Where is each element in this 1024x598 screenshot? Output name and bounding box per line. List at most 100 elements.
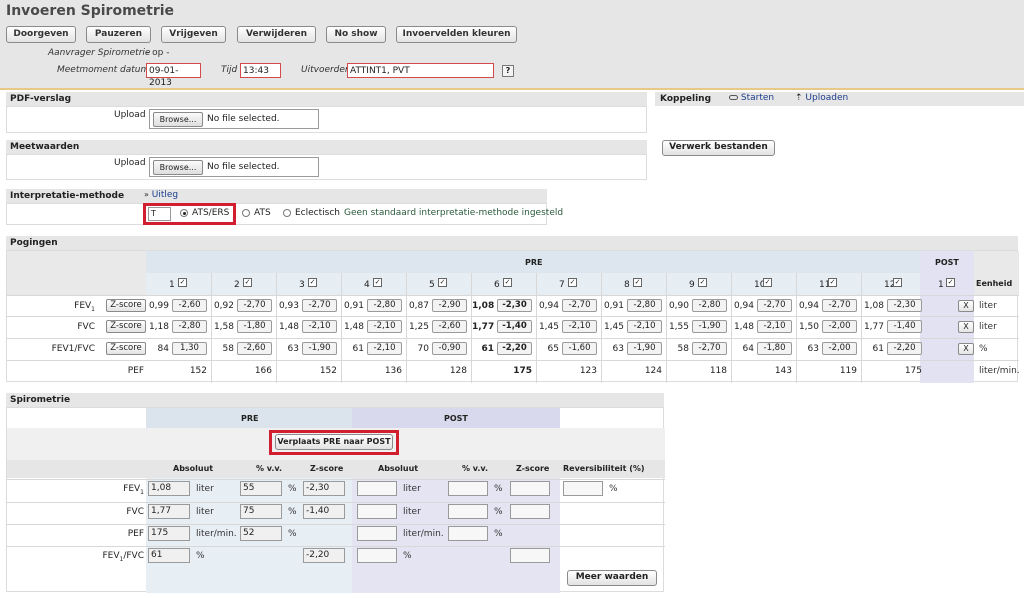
attempt-number: 1 (169, 280, 175, 290)
attempt-value: 136 (384, 366, 402, 376)
help-button[interactable]: ? (502, 65, 514, 77)
attempt-number: 5 (429, 280, 435, 290)
attempt-checkbox[interactable]: ✓ (438, 278, 447, 287)
invoervelden-kleuren-button[interactable]: Invoervelden kleuren (396, 26, 517, 43)
meetwaarden-file-input[interactable]: Browse... No file selected. (149, 157, 319, 177)
remove-row-button[interactable]: X (958, 300, 974, 312)
col-zscore-post: Z-score (516, 464, 550, 473)
verplaats-pre-naar-post-button[interactable]: Verplaats PRE naar POST (275, 434, 393, 450)
attempt-checkbox[interactable]: ✓ (503, 278, 512, 287)
post-zscore-field[interactable] (510, 481, 550, 496)
uitleg-label: Uitleg (151, 190, 179, 200)
attempt-value: 1,08 (863, 301, 884, 311)
post-absoluut-field[interactable] (357, 526, 397, 541)
attempt-value: 1,48 (733, 322, 754, 332)
zscore-button[interactable]: Z-score (106, 320, 146, 333)
remove-row-button[interactable]: X (958, 343, 974, 355)
attempt-value: 1,25 (408, 322, 429, 332)
post-pvv-field[interactable] (448, 504, 488, 519)
attempt-checkbox[interactable]: ✓ (178, 278, 187, 287)
post-attempt-checkbox[interactable]: ✓ (946, 278, 955, 287)
post-absoluut-field[interactable] (357, 548, 397, 563)
attempt-zscore: -2,70 (302, 299, 337, 312)
attempt-value: 0,99 (148, 301, 169, 311)
attempt-zscore: -1,60 (562, 342, 597, 355)
attempt-checkbox[interactable]: ✓ (243, 278, 252, 287)
pre-zscore-field[interactable]: -2,20 (303, 548, 345, 563)
remove-row-button[interactable]: X (958, 321, 974, 333)
vrijgeven-button[interactable]: Vrijgeven (161, 26, 226, 43)
uploaden-link[interactable]: ⇡ Uploaden (795, 93, 848, 103)
attempt-checkbox[interactable]: ✓ (828, 278, 837, 287)
post-absoluut-field[interactable] (357, 481, 397, 496)
post-absoluut-field[interactable] (357, 504, 397, 519)
uitvoerder-input[interactable]: ATTINT1, PVT (347, 63, 494, 78)
post-attempt-number: 1 (938, 280, 944, 290)
attempt-checkbox[interactable]: ✓ (373, 278, 382, 287)
interpretatie-heading: Interpretatie-methode (10, 191, 125, 201)
interpretatie-note: Geen standaard interpretatie-methode ing… (344, 208, 564, 218)
starten-link[interactable]: Starten (729, 93, 774, 103)
meetmoment-label: Meetmoment datum (57, 65, 150, 75)
meetwaarden-browse-button[interactable]: Browse... (153, 160, 203, 175)
pdf-browse-button[interactable]: Browse... (153, 112, 203, 127)
pre-zscore-field[interactable]: -1,40 (303, 504, 345, 519)
pdf-upload-label: Upload (114, 110, 146, 120)
meetmoment-datum-input[interactable]: 09-01-2013 (146, 63, 201, 88)
pre-absoluut-field[interactable]: 1,08 (148, 481, 190, 496)
attempt-value: 1,50 (798, 322, 819, 332)
attempt-checkbox[interactable]: ✓ (633, 278, 642, 287)
verwijderen-button[interactable]: Verwijderen (237, 26, 316, 43)
attempt-value: 175 (904, 366, 922, 376)
eenheid-header-bg (974, 251, 1019, 295)
expand-icon: » (144, 190, 149, 199)
tijd-input[interactable]: 13:43 (240, 63, 281, 78)
pre-pvv-field[interactable]: 52 (240, 526, 282, 541)
attempt-value: 0,91 (603, 301, 624, 311)
pre-pvv-field[interactable]: 55 (240, 481, 282, 496)
attempt-checkbox[interactable]: ✓ (568, 278, 577, 287)
attempt-zscore: -2,30 (497, 299, 532, 312)
radio-eclectisch[interactable] (283, 209, 291, 217)
attempt-zscore: -2,60 (237, 342, 272, 355)
zscore-button[interactable]: Z-score (106, 299, 146, 312)
row-divider (7, 524, 665, 525)
pre-pvv-field[interactable]: 75 (240, 504, 282, 519)
pre-zscore-field[interactable]: -2,30 (303, 481, 345, 496)
pdf-file-input[interactable]: Browse... No file selected. (149, 109, 319, 129)
reversibiliteit-field[interactable] (563, 481, 603, 496)
pauzeren-button[interactable]: Pauzeren (86, 26, 151, 43)
attempt-checkbox[interactable]: ✓ (698, 278, 707, 287)
post-pvv-field[interactable] (448, 481, 488, 496)
pre-absoluut-field[interactable]: 175 (148, 526, 190, 541)
attempt-checkbox[interactable]: ✓ (763, 278, 772, 287)
meer-waarden-button[interactable]: Meer waarden (567, 570, 657, 586)
pre-absoluut-field[interactable]: 1,77 (148, 504, 190, 519)
radio-ats-ers[interactable] (180, 209, 188, 217)
post-pvv-field[interactable] (448, 526, 488, 541)
attempt-zscore: -0,90 (432, 342, 467, 355)
attempt-zscore: -2,10 (757, 320, 792, 333)
zscore-button[interactable]: Z-score (106, 342, 146, 355)
radio-eclectisch-label: Eclectisch (295, 208, 340, 218)
doorgeven-button[interactable]: Doorgeven (6, 26, 76, 43)
row-divider (7, 295, 1019, 296)
uploaden-label: Uploaden (805, 93, 849, 103)
verwerk-bestanden-button[interactable]: Verwerk bestanden (662, 140, 775, 156)
pre-absoluut-field[interactable]: 61 (148, 548, 190, 563)
post-zscore-field[interactable] (510, 548, 550, 563)
radio-ats[interactable] (242, 209, 250, 217)
attempt-zscore: 1,30 (172, 342, 207, 355)
attempt-value: 0,91 (343, 301, 364, 311)
no-show-button[interactable]: No show (326, 26, 386, 43)
interpretatie-code-input[interactable]: T (148, 207, 171, 221)
attempt-checkbox[interactable]: ✓ (308, 278, 317, 287)
attempt-value: 63 (612, 344, 624, 354)
attempt-zscore: -1,90 (692, 320, 727, 333)
post-zscore-field[interactable] (510, 504, 550, 519)
col-reversibiliteit: Reversibiliteit (%) (563, 464, 645, 473)
uitleg-link[interactable]: » Uitleg (144, 190, 178, 200)
attempt-checkbox[interactable]: ✓ (893, 278, 902, 287)
attempt-zscore: -2,10 (302, 320, 337, 333)
pogingen-row-unit: % (979, 344, 988, 354)
